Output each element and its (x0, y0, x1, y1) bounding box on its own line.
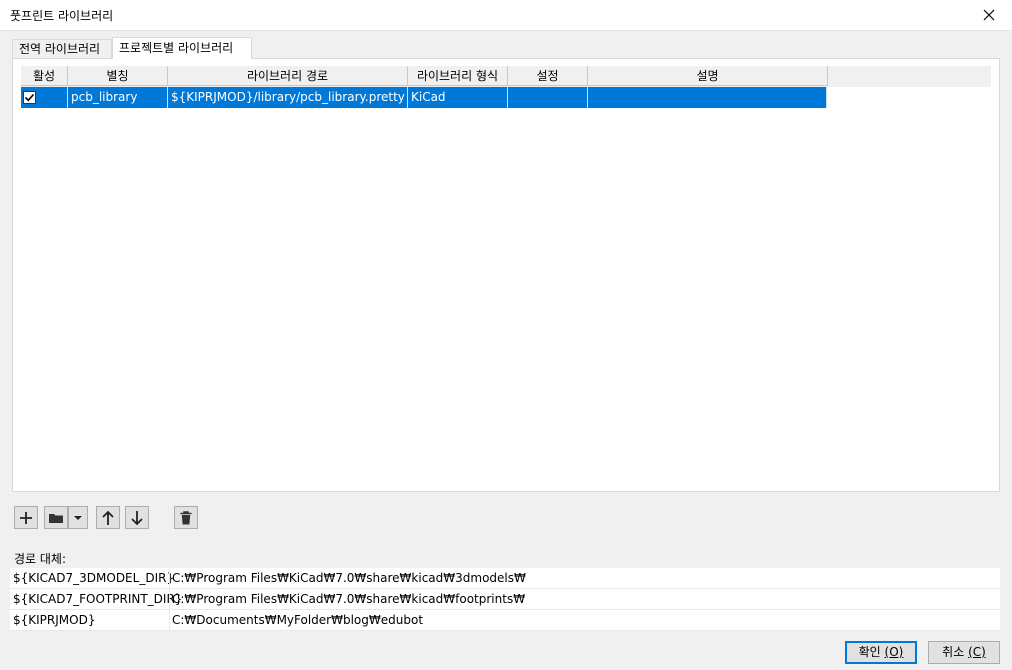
variable-path: C:₩Program Files₩KiCad₩7.0₩share₩kicad₩3… (172, 571, 526, 585)
variable-name: ${KIPRJMOD} (13, 613, 96, 627)
column-header-description[interactable]: 설명 (588, 66, 828, 86)
enabled-checkbox[interactable] (23, 91, 36, 104)
checkmark-icon (24, 93, 35, 102)
cancel-label: 취소 (942, 645, 965, 659)
table-header: 활성 별칭 라이브러리 경로 라이브러리 형식 설정 설명 (21, 66, 991, 87)
options-cell[interactable] (508, 87, 588, 108)
description-cell[interactable] (588, 87, 827, 108)
title-bar: 풋프린트 라이브러리 (0, 0, 1012, 31)
variable-path: C:₩Documents₩MyFolder₩blog₩edubot (172, 613, 424, 627)
delete-library-button[interactable] (174, 506, 198, 529)
trash-icon (180, 510, 192, 524)
path-substitutions-label: 경로 대체: (14, 552, 67, 566)
ok-button[interactable]: 확인 (O) (845, 641, 917, 664)
tab-project-libraries[interactable]: 프로젝트별 라이브러리 (112, 37, 252, 59)
column-header-format[interactable]: 라이브러리 형식 (408, 66, 508, 86)
tab-global-libraries[interactable]: 전역 라이브러리 (12, 39, 112, 59)
browse-library-button[interactable] (44, 506, 68, 529)
dropdown-arrow-icon (74, 515, 82, 520)
format-cell[interactable]: KiCad (408, 87, 508, 108)
path-substitutions-table: ${KICAD7_3DMODEL_DIR} C:₩Program Files₩K… (10, 568, 1000, 631)
column-header-path[interactable]: 라이브러리 경로 (168, 66, 408, 86)
column-header-enabled[interactable]: 활성 (21, 66, 68, 86)
ok-mnemonic: (O) (884, 645, 904, 659)
close-icon (983, 9, 995, 21)
column-divider (169, 589, 170, 609)
ok-label: 확인 (858, 645, 881, 659)
arrow-down-icon (131, 510, 143, 525)
add-library-button[interactable] (14, 506, 38, 529)
column-header-nickname[interactable]: 별칭 (68, 66, 168, 86)
table-row[interactable]: ${KICAD7_FOOTPRINT_DIR} C:₩Program Files… (10, 589, 1000, 610)
cancel-button[interactable]: 취소 (C) (928, 641, 1000, 664)
move-up-button[interactable] (96, 506, 120, 529)
column-header-options[interactable]: 설정 (508, 66, 588, 86)
enabled-cell[interactable] (21, 87, 68, 108)
library-table: 활성 별칭 라이브러리 경로 라이브러리 형식 설정 설명 pcb_librar… (21, 66, 991, 486)
table-row[interactable]: ${KIPRJMOD} C:₩Documents₩MyFolder₩blog₩e… (10, 610, 1000, 631)
plus-icon (20, 511, 32, 524)
nickname-cell[interactable]: pcb_library (68, 87, 168, 108)
cancel-mnemonic: (C) (968, 645, 986, 659)
table-row[interactable]: pcb_library ${KIPRJMOD}/library/pcb_libr… (21, 87, 827, 108)
variable-name: ${KICAD7_3DMODEL_DIR} (13, 571, 175, 585)
table-row[interactable]: ${KICAD7_3DMODEL_DIR} C:₩Program Files₩K… (10, 568, 1000, 589)
variable-path: C:₩Program Files₩KiCad₩7.0₩share₩kicad₩f… (172, 592, 526, 606)
column-divider (169, 568, 170, 588)
move-down-button[interactable] (125, 506, 149, 529)
path-cell[interactable]: ${KIPRJMOD}/library/pcb_library.pretty (168, 87, 408, 108)
close-button[interactable] (966, 0, 1012, 30)
window-title: 풋프린트 라이브러리 (10, 9, 114, 23)
library-panel: 활성 별칭 라이브러리 경로 라이브러리 형식 설정 설명 pcb_librar… (12, 58, 1000, 492)
variable-name: ${KICAD7_FOOTPRINT_DIR} (13, 592, 183, 606)
folder-icon (49, 513, 63, 523)
browse-options-dropdown[interactable] (68, 506, 88, 529)
arrow-up-icon (102, 510, 114, 525)
column-divider (169, 610, 170, 630)
